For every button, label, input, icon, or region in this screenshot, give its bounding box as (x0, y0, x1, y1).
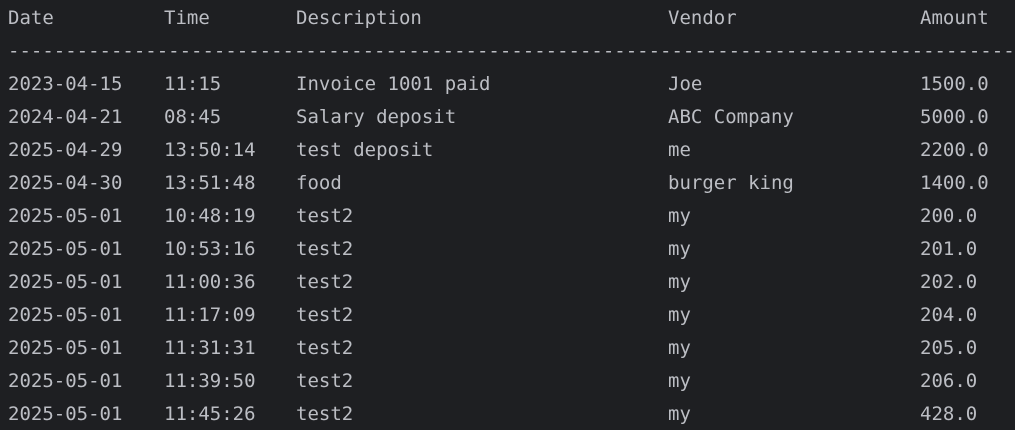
cell-amount: 206.0 (920, 370, 978, 392)
cell-time: 13:51:48 (164, 172, 256, 194)
cell-date: 2025-05-01 (8, 370, 123, 392)
console-output: Date Time Description Vendor Amount ----… (0, 0, 1015, 430)
table-row: 2025-05-01 11:45:26 test2 my 428.0 (0, 398, 1015, 430)
cell-amount: 200.0 (920, 205, 978, 227)
cell-amount: 202.0 (920, 271, 978, 293)
cell-amount: 205.0 (920, 337, 978, 359)
table-row: 2025-05-01 10:53:16 test2 my 201.0 (0, 233, 1015, 266)
header-description: Description (296, 7, 422, 29)
cell-date: 2025-05-01 (8, 337, 123, 359)
cell-vendor: my (668, 205, 691, 227)
cell-description: Salary deposit (296, 106, 457, 128)
cell-time: 11:15 (164, 73, 222, 95)
cell-description: food (296, 172, 342, 194)
cell-date: 2025-05-01 (8, 238, 123, 260)
cell-vendor: me (668, 139, 691, 161)
cell-vendor: Joe (668, 73, 703, 95)
cell-description: test2 (296, 403, 354, 425)
cell-description: test2 (296, 304, 354, 326)
cell-description: test deposit (296, 139, 434, 161)
cell-date: 2023-04-15 (8, 73, 123, 95)
table-row: 2025-04-30 13:51:48 food burger king 140… (0, 167, 1015, 200)
cell-description: test2 (296, 337, 354, 359)
header-vendor: Vendor (668, 7, 737, 29)
header-date: Date (8, 7, 54, 29)
cell-time: 11:45:26 (164, 403, 256, 425)
cell-description: test2 (296, 271, 354, 293)
cell-description: test2 (296, 238, 354, 260)
cell-date: 2025-04-29 (8, 139, 123, 161)
cell-vendor: my (668, 403, 691, 425)
cell-amount: 201.0 (920, 238, 978, 260)
cell-time: 11:17:09 (164, 304, 256, 326)
cell-amount: 428.0 (920, 403, 978, 425)
cell-date: 2025-05-01 (8, 205, 123, 227)
table-header: Date Time Description Vendor Amount (0, 2, 1015, 35)
cell-time: 10:48:19 (164, 205, 256, 227)
cell-description: Invoice 1001 paid (296, 73, 491, 95)
table-row: 2025-05-01 10:48:19 test2 my 200.0 (0, 200, 1015, 233)
table-row: 2025-05-01 11:17:09 test2 my 204.0 (0, 299, 1015, 332)
cell-date: 2025-04-30 (8, 172, 123, 194)
cell-description: test2 (296, 370, 354, 392)
table-row: 2025-04-29 13:50:14 test deposit me 2200… (0, 134, 1015, 167)
header-separator: ----------------------------------------… (8, 40, 1015, 62)
cell-amount: 5000.0 (920, 106, 989, 128)
table-row: 2025-05-01 11:00:36 test2 my 202.0 (0, 266, 1015, 299)
header-time: Time (164, 7, 210, 29)
cell-date: 2025-05-01 (8, 304, 123, 326)
cell-date: 2025-05-01 (8, 403, 123, 425)
cell-description: test2 (296, 205, 354, 227)
cell-date: 2025-05-01 (8, 271, 123, 293)
table-row: 2024-04-21 08:45 Salary deposit ABC Comp… (0, 101, 1015, 134)
cell-time: 13:50:14 (164, 139, 256, 161)
cell-vendor: burger king (668, 172, 794, 194)
cell-vendor: ABC Company (668, 106, 794, 128)
cell-time: 11:39:50 (164, 370, 256, 392)
cell-time: 08:45 (164, 106, 222, 128)
cell-time: 11:31:31 (164, 337, 256, 359)
table-row: 2025-05-01 11:39:50 test2 my 206.0 (0, 365, 1015, 398)
cell-vendor: my (668, 271, 691, 293)
header-amount: Amount (920, 7, 989, 29)
cell-time: 11:00:36 (164, 271, 256, 293)
cell-vendor: my (668, 337, 691, 359)
cell-vendor: my (668, 304, 691, 326)
cell-amount: 204.0 (920, 304, 978, 326)
cell-amount: 2200.0 (920, 139, 989, 161)
cell-vendor: my (668, 370, 691, 392)
table-row: 2025-05-01 11:31:31 test2 my 205.0 (0, 332, 1015, 365)
cell-amount: 1500.0 (920, 73, 989, 95)
cell-amount: 1400.0 (920, 172, 989, 194)
cell-vendor: my (668, 238, 691, 260)
cell-time: 10:53:16 (164, 238, 256, 260)
table-row: 2023-04-15 11:15 Invoice 1001 paid Joe 1… (0, 68, 1015, 101)
cell-date: 2024-04-21 (8, 106, 123, 128)
